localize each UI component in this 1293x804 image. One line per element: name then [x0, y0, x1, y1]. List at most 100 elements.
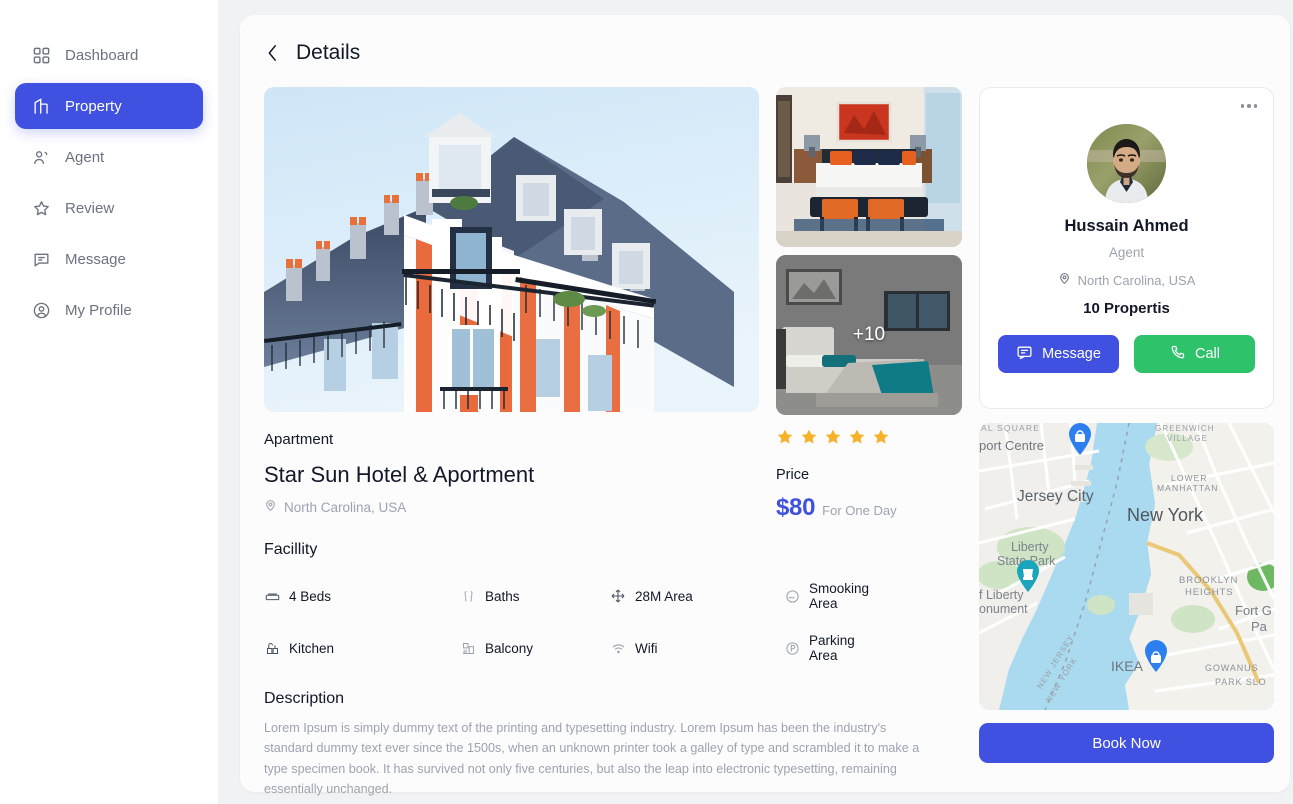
svg-text:GOWANUS: GOWANUS	[1205, 663, 1258, 673]
sidebar-item-property[interactable]: Property	[15, 83, 203, 129]
gallery-thumb-1[interactable]	[776, 87, 962, 247]
svg-text:MANHATTAN: MANHATTAN	[1157, 483, 1219, 493]
svg-text:Fort G: Fort G	[1235, 603, 1272, 618]
svg-text:AL SQUARE: AL SQUARE	[981, 423, 1040, 433]
sidebar-item-label: Dashboard	[65, 46, 139, 64]
sidebar-item-message[interactable]: Message	[15, 236, 203, 282]
facility-item-area: 28M Area	[610, 581, 784, 611]
agent-actions: Message Call	[998, 335, 1255, 373]
location-pin-icon	[1058, 272, 1071, 288]
facility-item-kitchen: Kitchen	[264, 633, 460, 663]
agent-location: North Carolina, USA	[998, 272, 1255, 288]
users-icon	[31, 147, 51, 167]
svg-text:GREENWICH: GREENWICH	[1155, 424, 1215, 433]
details-card: Details Apartment Star Sun Hotel & Aport…	[240, 15, 1290, 796]
svg-text:IKEA: IKEA	[1111, 658, 1144, 674]
agent-properties-count: 10 Propertis	[1083, 300, 1170, 317]
facility-item-beds: 4 Beds	[264, 581, 460, 611]
sidebar-item-dashboard[interactable]: Dashboard	[15, 32, 203, 78]
svg-text:port Centre: port Centre	[979, 438, 1044, 453]
property-name: Star Sun Hotel & Aportment	[264, 462, 535, 487]
message-button[interactable]: Message	[998, 335, 1119, 373]
property-location-text: North Carolina, USA	[284, 499, 407, 515]
svg-text:BROOKLYN: BROOKLYN	[1179, 575, 1238, 586]
thumb-overlay-text: +10	[852, 324, 886, 345]
svg-text:New York: New York	[1127, 505, 1204, 525]
agent-location-text: North Carolina, USA	[1077, 272, 1196, 288]
page-header: Details	[264, 41, 1266, 65]
details-content: Apartment Star Sun Hotel & Aportment Nor…	[264, 87, 1274, 800]
left-column: Apartment Star Sun Hotel & Aportment Nor…	[264, 87, 919, 800]
bath-icon	[460, 588, 476, 604]
right-column: Hussain Ahmed Agent North Carolina, USA …	[979, 87, 1274, 800]
thumb-overlay-text	[776, 87, 962, 247]
avatar	[1087, 124, 1166, 203]
star-icon	[800, 428, 818, 451]
call-button-label: Call	[1195, 346, 1220, 362]
rating-stars	[776, 428, 962, 451]
wifi-icon	[610, 640, 626, 656]
location-pin-icon	[264, 499, 277, 515]
sidebar-item-review[interactable]: Review	[15, 185, 203, 231]
agent-card: Hussain Ahmed Agent North Carolina, USA …	[979, 87, 1274, 409]
price-value: $80	[776, 494, 816, 521]
property-location: North Carolina, USA	[264, 499, 759, 515]
facility-label: 4 Beds	[289, 588, 332, 604]
sidebar-item-label: Message	[65, 250, 126, 268]
facility-label: Kitchen	[289, 640, 335, 656]
star-icon	[31, 198, 51, 218]
facility-title: Facillity	[264, 541, 318, 558]
sidebar-item-my-profile[interactable]: My Profile	[15, 287, 203, 333]
location-map[interactable]: AL SQUARE GREENWICH VILLAGE port Centre …	[979, 423, 1274, 710]
facility-grid: 4 Beds Baths 28M Area Smooking Area Kitc…	[264, 581, 869, 663]
description-title: Description	[264, 690, 345, 707]
svg-text:f Liberty: f Liberty	[979, 588, 1024, 602]
price-row: $80 For One Day	[776, 494, 962, 522]
star-icon	[848, 428, 866, 451]
sidebar-item-agent[interactable]: Agent	[15, 134, 203, 180]
agent-name: Hussain Ahmed	[1064, 217, 1189, 235]
page-title: Details	[296, 41, 361, 64]
app-root: Dashboard Property Agent Review Message …	[0, 0, 1293, 804]
call-button[interactable]: Call	[1134, 335, 1255, 373]
svg-text:Liberty: Liberty	[1011, 540, 1049, 554]
facility-label: Baths	[485, 588, 520, 604]
property-type: Apartment	[264, 431, 334, 448]
hero-image[interactable]	[264, 87, 759, 412]
area-expand-icon	[610, 588, 626, 604]
chat-icon	[1016, 344, 1033, 365]
facility-label: 28M Area	[635, 588, 693, 604]
agent-role: Agent	[1108, 245, 1145, 260]
star-icon	[872, 428, 890, 451]
user-circle-icon	[31, 300, 51, 320]
facility-item-baths: Baths	[460, 581, 610, 611]
svg-text:Pa: Pa	[1251, 619, 1268, 634]
star-icon	[824, 428, 842, 451]
chat-icon	[31, 249, 51, 269]
grid-icon	[31, 45, 51, 65]
main-area: Details Apartment Star Sun Hotel & Aport…	[218, 0, 1293, 804]
phone-icon	[1169, 344, 1186, 365]
svg-text:HEIGHTS: HEIGHTS	[1185, 587, 1234, 598]
middle-column: +10 Price $80 For One Day	[776, 87, 962, 800]
chevron-left-icon[interactable]	[264, 43, 280, 63]
svg-text:Jersey City: Jersey City	[1017, 488, 1094, 505]
sidebar-item-label: Property	[65, 97, 122, 115]
svg-text:onument: onument	[979, 602, 1028, 616]
svg-text:LOWER: LOWER	[1171, 473, 1208, 483]
building-icon	[31, 96, 51, 116]
gallery-thumb-2[interactable]: +10	[776, 255, 962, 415]
price-label: Price	[776, 467, 810, 483]
kitchen-icon	[264, 640, 280, 656]
price-unit: For One Day	[822, 503, 897, 518]
sidebar-item-label: My Profile	[65, 301, 132, 319]
bed-icon	[264, 588, 280, 604]
more-horizontal-icon[interactable]	[1240, 104, 1257, 108]
sidebar-item-label: Review	[65, 199, 115, 217]
svg-text:PARK SLO: PARK SLO	[1215, 677, 1267, 687]
facility-label: Balcony	[485, 640, 534, 656]
facility-label: Wifi	[635, 640, 658, 656]
facility-item-balcony: Balcony	[460, 633, 610, 663]
svg-text:VILLAGE: VILLAGE	[1167, 434, 1208, 443]
book-now-button[interactable]: Book Now	[979, 723, 1274, 763]
